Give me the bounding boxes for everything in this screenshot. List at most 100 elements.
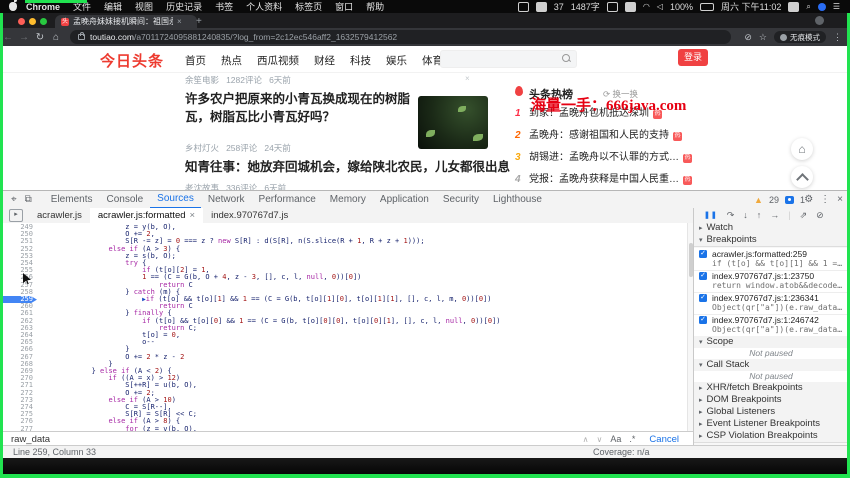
window-minimize-button[interactable] [29, 18, 36, 25]
file-tab-2[interactable]: index.970767d7.js [203, 208, 296, 223]
find-input[interactable]: raw_data [11, 434, 579, 445]
step-into-icon[interactable]: ↓ [743, 210, 748, 220]
breakpoints-section[interactable]: ▾Breakpoints [694, 234, 848, 247]
app-icon[interactable] [536, 2, 547, 12]
switcher-icon[interactable] [788, 2, 799, 12]
menu-item-4[interactable]: 历史记录 [166, 0, 202, 13]
control-center-icon[interactable]: ☰ [833, 2, 840, 11]
eye-off-icon[interactable]: ⊘ [744, 32, 752, 43]
window-zoom-button[interactable] [40, 18, 47, 25]
deactivate-breakpoints-icon[interactable]: ⇗ [800, 210, 808, 221]
devtools-tab-network[interactable]: Network [201, 192, 252, 208]
home-icon[interactable]: ⌂ [48, 32, 64, 43]
devtools-tab-console[interactable]: Console [99, 192, 150, 208]
code-editor[interactable]: 249 z = y(b, O),250 O += 2,251 S[R -= z]… [3, 223, 693, 431]
file-tab-0[interactable]: acrawler.js [29, 208, 90, 223]
site-logo[interactable]: 今日头条 [100, 50, 164, 71]
step-icon[interactable]: → [770, 210, 779, 220]
browser-tab[interactable]: 头 孟晚舟妹妹接机瞬间：祖国永远是 × [55, 15, 197, 28]
hotlist-text[interactable]: 党报：孟晚舟获释是中国人民重… [529, 174, 679, 185]
pause-on-exceptions-icon[interactable]: ⊘ [816, 210, 824, 221]
devtools-tab-elements[interactable]: Elements [44, 192, 100, 208]
navigator-toggle-icon[interactable]: ▸ [9, 209, 23, 222]
devtools-badges[interactable]: ▲ 29 1 [754, 192, 805, 207]
devtools-tab-application[interactable]: Application [373, 192, 436, 208]
wifi-icon[interactable]: ◠ [643, 2, 650, 11]
breakpoint-entry[interactable]: ✓index.970767d7.js:1:23750return window.… [694, 270, 848, 293]
siri-icon[interactable] [818, 3, 826, 11]
feedback-home-button[interactable]: ⌂ [791, 138, 813, 160]
inspect-element-icon[interactable]: ⌖ [11, 194, 17, 205]
nav-item-2[interactable]: 西瓜视频 [257, 53, 299, 68]
breakpoint-checkbox[interactable]: ✓ [699, 272, 707, 280]
lock-icon[interactable] [78, 34, 85, 40]
step-over-icon[interactable]: ↷ [727, 210, 735, 221]
menu-item-2[interactable]: 编辑 [104, 0, 122, 13]
find-previous-icon[interactable]: ∧ [583, 435, 589, 444]
site-search-input[interactable] [440, 50, 577, 68]
hotlist-text[interactable]: 孟晚舟：感谢祖国和人民的支持 [529, 130, 669, 141]
menu-item-5[interactable]: 书签 [215, 0, 233, 13]
more-options-icon[interactable]: ⋮ [820, 194, 830, 205]
nav-item-3[interactable]: 财经 [314, 53, 335, 68]
dismiss-icon[interactable]: × [465, 74, 470, 83]
line-number[interactable]: 258 [3, 289, 37, 296]
breakpoint-entry[interactable]: ✓acrawler.js:formatted:259if (t[o] && t[… [694, 248, 848, 271]
menubar-clock[interactable]: 周六 下午11:02 [721, 0, 781, 13]
device-toolbar-icon[interactable]: ⧉ [25, 194, 32, 205]
breakpoint-checkbox[interactable]: ✓ [699, 294, 707, 302]
close-devtools-icon[interactable]: × [837, 194, 843, 205]
hotlist-item[interactable]: 2孟晚舟：感谢祖国和人民的支持热 [515, 126, 765, 140]
find-next-icon[interactable]: ∨ [597, 435, 603, 444]
url-bar[interactable]: toutiao.com /a7011724095881240835/?log_f… [70, 30, 731, 44]
breakpoint-checkbox[interactable]: ✓ [699, 250, 707, 258]
nav-item-5[interactable]: 娱乐 [386, 53, 407, 68]
screen-record-icon[interactable] [518, 2, 529, 12]
sidebar-section-4[interactable]: ▸CSP Violation Breakpoints [694, 430, 848, 443]
nav-item-1[interactable]: 热点 [221, 53, 242, 68]
hotlist-text[interactable]: 胡锡进：孟晚舟以不认罪的方式… [529, 152, 679, 163]
reload-icon[interactable]: ↻ [32, 32, 48, 43]
menu-item-9[interactable]: 帮助 [366, 0, 384, 13]
article-thumbnail[interactable] [418, 96, 488, 149]
nav-item-0[interactable]: 首页 [185, 53, 206, 68]
article-title[interactable]: 许多农户把原来的小青瓦换成现在的树脂瓦，树脂瓦比小青瓦好吗？ [185, 90, 425, 126]
incognito-chip[interactable]: 无痕模式 [774, 31, 826, 43]
browser-menu-icon[interactable]: ⋮ [833, 32, 842, 43]
new-tab-button[interactable]: + [196, 17, 202, 27]
breakpoint-entry[interactable]: ✓index.970767d7.js:1:246742Object(qr["a"… [694, 314, 848, 337]
keyboard-icon[interactable] [625, 2, 636, 12]
menu-item-7[interactable]: 标签页 [295, 0, 322, 13]
login-button[interactable]: 登录 [678, 49, 708, 66]
tab-close-icon[interactable]: × [177, 17, 182, 26]
regex-toggle[interactable]: .* [629, 434, 635, 444]
volume-icon[interactable]: ◁ [657, 2, 663, 11]
breakpoint-entry[interactable]: ✓index.970767d7.js:1:236341Object(qr["a"… [694, 292, 848, 315]
devtools-tab-lighthouse[interactable]: Lighthouse [486, 192, 549, 208]
step-out-icon[interactable]: ↑ [757, 210, 762, 220]
match-case-toggle[interactable]: Aa [610, 434, 621, 444]
find-cancel-button[interactable]: Cancel [649, 434, 679, 445]
profile-avatar[interactable] [815, 16, 824, 25]
hotlist-item[interactable]: 3胡锡进：孟晚舟以不认罪的方式…热 [515, 148, 765, 162]
devtools-tab-performance[interactable]: Performance [252, 192, 323, 208]
file-tab-close-icon[interactable]: × [190, 210, 196, 221]
ime-icon[interactable] [607, 2, 618, 12]
forward-icon[interactable]: → [16, 32, 32, 43]
settings-gear-icon[interactable]: ⚙ [804, 194, 813, 205]
menu-item-6[interactable]: 个人资料 [246, 0, 282, 13]
menu-item-3[interactable]: 视图 [135, 0, 153, 13]
devtools-tab-memory[interactable]: Memory [323, 192, 373, 208]
pause-script-icon[interactable]: ❚❚ [704, 211, 718, 219]
nav-item-4[interactable]: 科技 [350, 53, 371, 68]
devtools-tab-sources[interactable]: Sources [150, 191, 201, 209]
menu-item-0[interactable]: Chrome [26, 2, 60, 12]
window-close-button[interactable] [18, 18, 25, 25]
menu-item-8[interactable]: 窗口 [335, 0, 353, 13]
back-to-top-button[interactable] [791, 166, 813, 188]
bookmark-star-icon[interactable]: ☆ [759, 32, 767, 43]
devtools-tab-security[interactable]: Security [436, 192, 486, 208]
apple-icon[interactable] [9, 2, 17, 11]
hotlist-item[interactable]: 4党报：孟晚舟获释是中国人民重…热 [515, 170, 765, 184]
spotlight-icon[interactable]: ⌕ [806, 2, 810, 12]
